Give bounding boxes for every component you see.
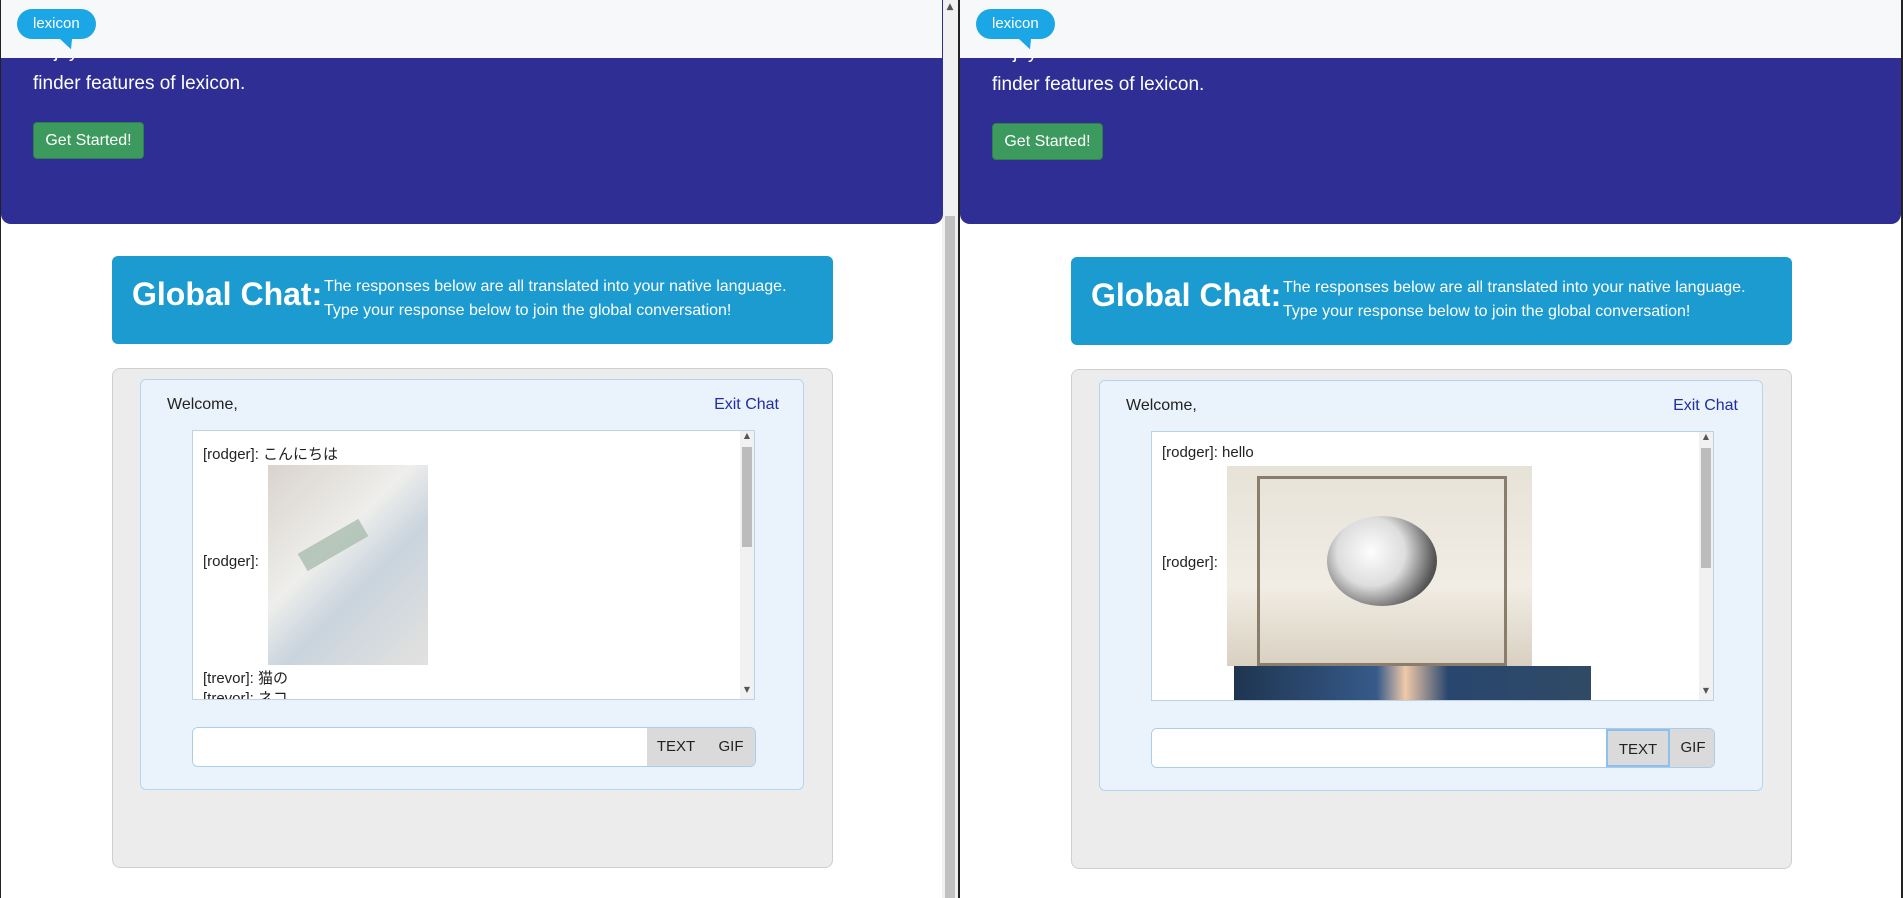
chat-outer-card: Welcome, Exit Chat [rodger]: hello [rodg… [1071,369,1792,869]
global-chat-title: Global Chat: [132,276,323,312]
gif-send-button[interactable]: GIF [1670,729,1714,767]
message-list[interactable]: [rodger]: hello [rodger]: ▲ ▼ [1151,431,1714,701]
scroll-thumb[interactable] [742,447,752,547]
scroll-up-icon[interactable]: ▲ [1699,432,1713,441]
chat-outer-card: Welcome, Exit Chat [rodger]: こんにちは [rodg… [112,368,833,868]
message-scrollbar[interactable]: ▲ ▼ [740,431,754,699]
global-chat-title: Global Chat: [1091,277,1282,313]
message-input-row: TEXT GIF [1151,728,1715,768]
text-send-button[interactable]: TEXT [1606,729,1670,767]
scroll-down-icon[interactable]: ▼ [1699,686,1713,695]
global-chat-banner: Global Chat: The responses below are all… [112,256,833,344]
banner-subtitle-2: Type your response below to join the glo… [324,302,732,319]
scroll-up-icon[interactable]: ▲ [740,431,754,440]
message-list[interactable]: [rodger]: こんにちは [rodger]: [trevor]: 猫の [… [192,430,755,700]
hero-text-line-2: finder features of lexicon. [992,74,1205,95]
chat-panel: Welcome, Exit Chat [rodger]: hello [rodg… [1099,380,1763,791]
page-scroll-thumb[interactable] [945,216,955,898]
hero-text-line-2: finder features of lexicon. [33,73,246,94]
welcome-text: Welcome, [1126,397,1197,414]
message-item: [rodger]: [1162,554,1218,571]
get-started-button[interactable]: Get Started! [992,123,1103,160]
message-scrollbar[interactable]: ▲ ▼ [1699,432,1713,700]
page-scrollbar[interactable]: ▲ [942,0,958,898]
message-item: [trevor]: ネコ [203,690,288,700]
navbar: lexicon [960,0,1901,58]
scroll-thumb[interactable] [1701,448,1711,568]
exit-chat-link[interactable]: Exit Chat [714,396,779,414]
global-chat-banner: Global Chat: The responses below are all… [1071,257,1792,345]
scroll-down-icon[interactable]: ▼ [740,685,754,694]
scroll-up-icon[interactable]: ▲ [942,0,958,14]
message-item: [rodger]: こんにちは [203,446,339,463]
gif-image [1227,466,1532,666]
banner-subtitle-1: The responses below are all translated i… [1283,279,1746,296]
navbar: lexicon [1,0,942,58]
message-item: [rodger]: [203,553,259,570]
get-started-button[interactable]: Get Started! [33,122,144,159]
gif-send-button[interactable]: GIF [705,728,755,766]
gif-image [268,465,428,665]
message-input[interactable] [193,728,647,766]
chat-panel: Welcome, Exit Chat [rodger]: こんにちは [rodg… [140,379,804,790]
welcome-text: Welcome, [167,396,238,413]
message-item: [trevor]: 猫の [203,670,289,687]
lexicon-logo[interactable]: lexicon [17,9,96,39]
gif-image [1234,666,1591,700]
banner-subtitle-1: The responses below are all translated i… [324,278,787,295]
browser-pane-left: enjoy the translation and friend finder … [0,0,960,898]
message-input[interactable] [1152,729,1606,767]
banner-subtitle-2: Type your response below to join the glo… [1283,303,1691,320]
message-item: [rodger]: hello [1162,444,1254,461]
text-send-button[interactable]: TEXT [647,728,705,766]
exit-chat-link[interactable]: Exit Chat [1673,397,1738,415]
lexicon-logo[interactable]: lexicon [976,9,1055,39]
browser-pane-right: enjoy the translation and friend finder … [960,0,1903,898]
message-input-row: TEXT GIF [192,727,756,767]
